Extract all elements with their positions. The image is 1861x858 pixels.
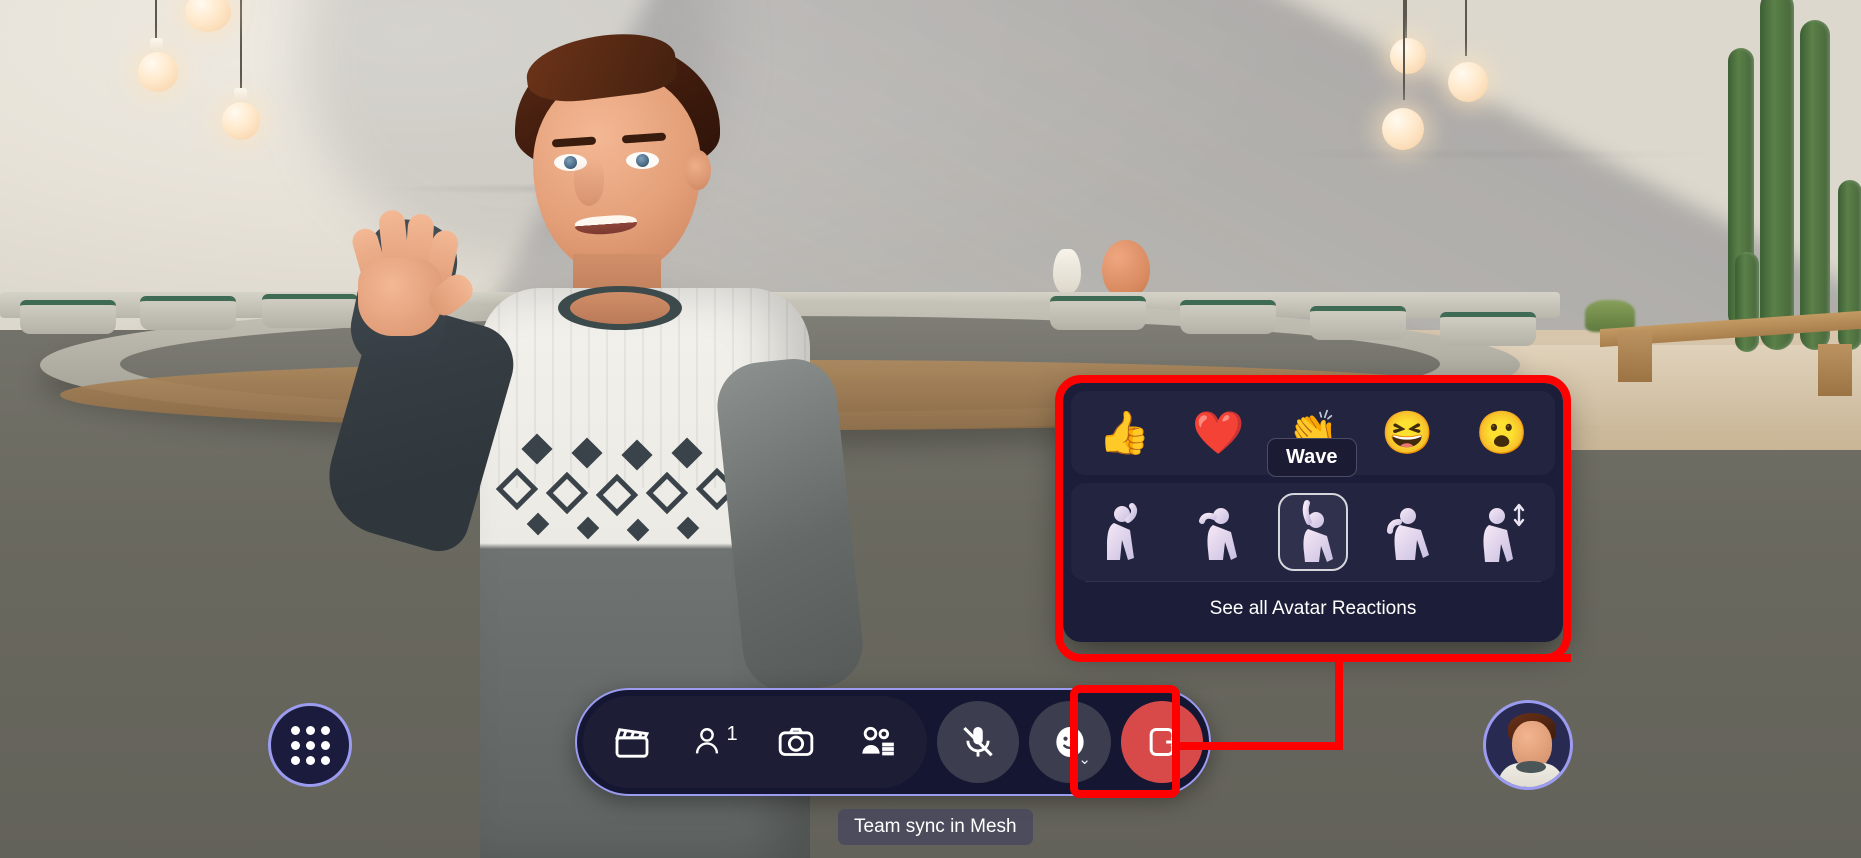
bench-leg	[1818, 344, 1852, 396]
pendant-bulb	[1448, 62, 1488, 102]
chevron-down-icon: ⌄	[1078, 751, 1091, 768]
avatar-pose-raise-hand[interactable]	[1277, 493, 1348, 571]
avatar-waving-hand	[340, 202, 479, 336]
people-count: 1	[726, 723, 738, 745]
light-cord	[155, 0, 157, 40]
avatar-poses-row	[1071, 483, 1555, 581]
light-cord	[1403, 0, 1405, 100]
grid-dot	[321, 740, 330, 750]
reactions-button[interactable]: ⌄	[1029, 701, 1111, 783]
leave-call-button[interactable]	[1121, 701, 1203, 783]
emoji-reaction-surprise[interactable]: 😮	[1470, 401, 1534, 465]
point-pose-icon	[1387, 508, 1430, 560]
vase-terracotta	[1102, 240, 1150, 298]
pendant-bulb	[138, 52, 178, 92]
emoji-reaction-heart[interactable]: ❤️	[1187, 401, 1251, 465]
people-count-button[interactable]: 1	[673, 701, 755, 783]
grid-dot	[321, 755, 330, 765]
toolbar-primary-group: 1	[583, 696, 927, 788]
roster-button[interactable]	[837, 701, 919, 783]
microphone-button[interactable]	[937, 701, 1019, 783]
grid-dot	[291, 725, 300, 735]
chair	[20, 300, 116, 334]
avatar-iris	[636, 154, 649, 167]
grid-dot	[306, 740, 315, 750]
emoji-reaction-laugh[interactable]: 😆	[1375, 401, 1439, 465]
chair	[1310, 306, 1406, 340]
avatar-thumbnail-collar	[1516, 761, 1546, 773]
emoji-reaction-like[interactable]: 👍	[1092, 401, 1156, 465]
avatar-ear	[685, 150, 711, 190]
mesh-immersive-space: 1 ⌄ Team sync in Mesh 👍 ❤️ 👏 😆 😮 Wave Se…	[0, 0, 1861, 858]
meeting-toolbar: 1 ⌄	[575, 688, 1211, 796]
reactions-panel: 👍 ❤️ 👏 😆 😮 Wave See all Avatar Reactions	[1063, 383, 1563, 642]
cactus-tall	[1760, 0, 1794, 350]
vase-small	[1053, 249, 1081, 294]
avatar-head	[533, 72, 701, 272]
cactus-mid	[1800, 20, 1830, 350]
light-cord	[1405, 0, 1407, 38]
avatar-pose-sit-stand[interactable]	[1467, 493, 1537, 571]
meeting-title-tooltip: Team sync in Mesh	[838, 809, 1033, 845]
grid-dot	[291, 740, 300, 750]
light-cord	[1465, 0, 1467, 56]
pendant-bulb	[1382, 108, 1424, 150]
avatar-pose-salute[interactable]	[1184, 493, 1254, 571]
clapperboard-icon	[615, 728, 650, 758]
chair	[1440, 312, 1536, 346]
grid-dot	[306, 755, 315, 765]
clip-button[interactable]	[591, 701, 673, 783]
emoji-reactions-row: 👍 ❤️ 👏 😆 😮 Wave	[1071, 391, 1555, 477]
wave-tooltip: Wave	[1267, 438, 1357, 477]
camera-button[interactable]	[755, 701, 837, 783]
grid-dot	[306, 725, 315, 735]
see-all-avatar-reactions-link[interactable]: See all Avatar Reactions	[1071, 582, 1555, 634]
camera-icon	[778, 727, 814, 756]
chair	[140, 296, 236, 330]
leave-call-icon	[1149, 728, 1179, 756]
grid-dot	[321, 725, 330, 735]
pendant-bulb	[222, 102, 260, 140]
microphone-muted-icon	[963, 726, 993, 757]
people-list-icon	[862, 726, 894, 756]
avatar-pose-point[interactable]	[1372, 493, 1442, 571]
salute-pose-icon	[1198, 508, 1237, 560]
celebrate-pose-icon	[1107, 503, 1138, 560]
avatar-pose-celebrate[interactable]	[1089, 493, 1159, 571]
avatar-collar-inner	[570, 292, 670, 324]
sit-stand-pose-icon	[1483, 503, 1524, 562]
apps-grid-button[interactable]	[268, 703, 352, 787]
chair	[1050, 296, 1146, 330]
light-cord	[240, 0, 242, 90]
self-avatar-button[interactable]	[1483, 700, 1573, 790]
avatar-nose	[574, 158, 604, 206]
bench-leg	[1618, 330, 1652, 382]
avatar-eye	[626, 152, 659, 169]
pendant-bulb	[1390, 38, 1426, 74]
person-icon	[696, 728, 719, 754]
raise-hand-pose-icon	[1302, 500, 1333, 562]
grid-dot	[291, 755, 300, 765]
chair	[1180, 300, 1276, 334]
